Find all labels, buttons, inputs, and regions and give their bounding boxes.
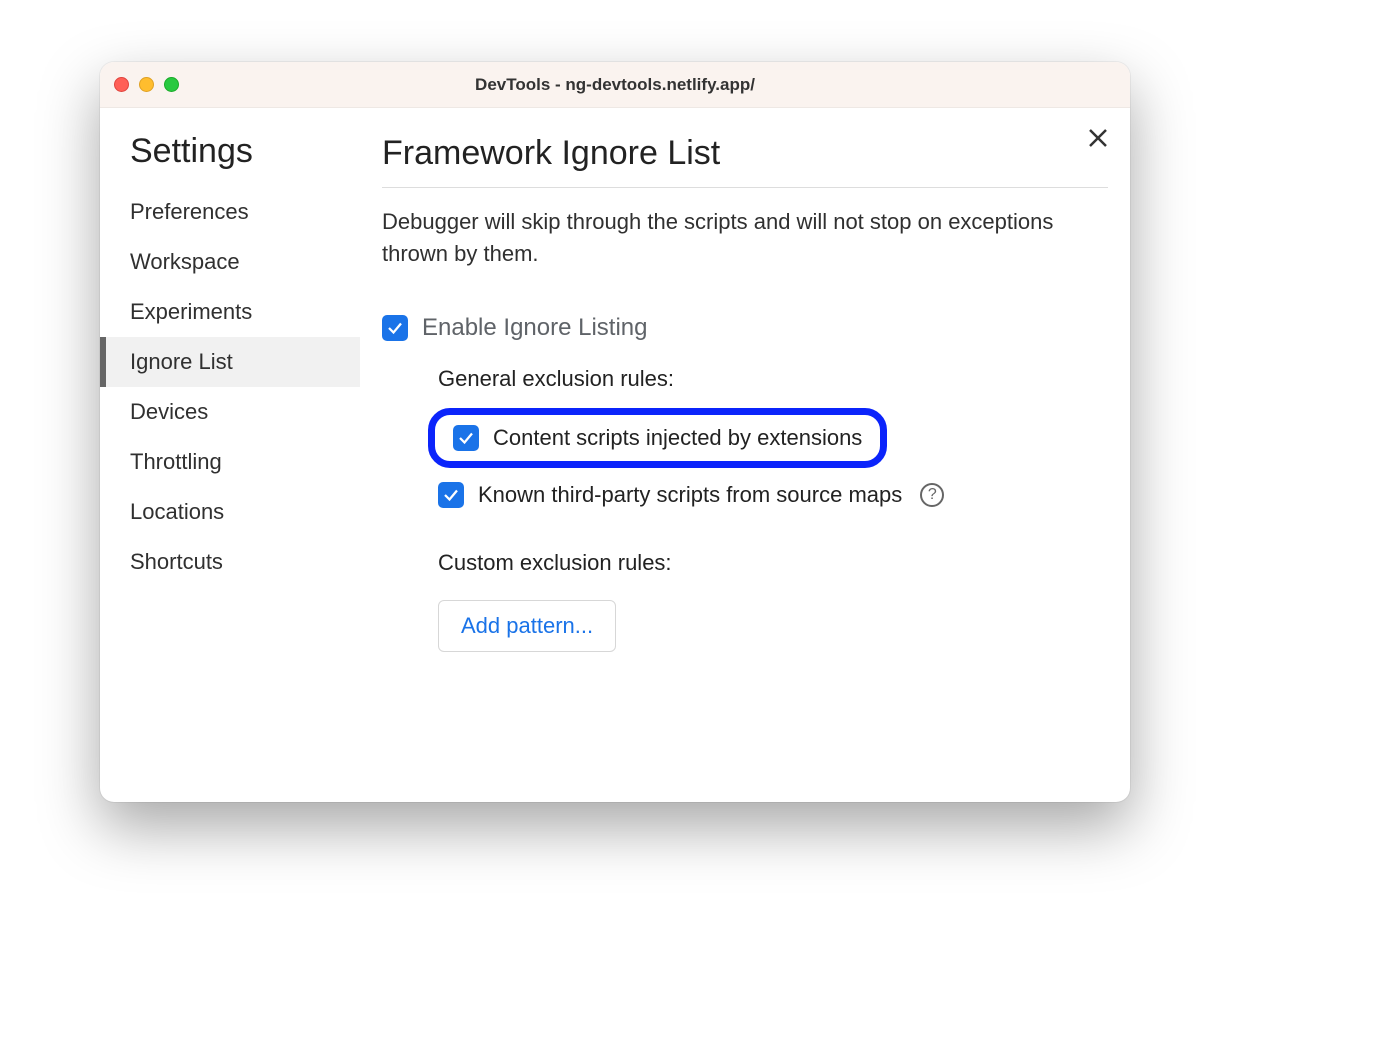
maximize-window-button[interactable] — [164, 77, 179, 92]
custom-rules-label: Custom exclusion rules: — [438, 550, 1108, 576]
settings-sidebar: Settings Preferences Workspace Experimen… — [100, 108, 360, 802]
sidebar-title: Settings — [100, 132, 360, 187]
sidebar-item-label: Devices — [130, 399, 208, 424]
content-area: Settings Preferences Workspace Experimen… — [100, 108, 1130, 802]
sidebar-item-experiments[interactable]: Experiments — [100, 287, 360, 337]
sidebar-item-label: Experiments — [130, 299, 252, 324]
minimize-window-button[interactable] — [139, 77, 154, 92]
third-party-rule-row[interactable]: Known third-party scripts from source ma… — [438, 482, 1108, 508]
sidebar-item-label: Workspace — [130, 249, 240, 274]
sidebar-item-shortcuts[interactable]: Shortcuts — [100, 537, 360, 587]
content-scripts-checkbox[interactable] — [453, 425, 479, 451]
enable-ignore-listing-row[interactable]: Enable Ignore Listing — [382, 314, 1108, 342]
enable-ignore-listing-label: Enable Ignore Listing — [422, 314, 648, 342]
third-party-checkbox[interactable] — [438, 482, 464, 508]
sidebar-item-ignore-list[interactable]: Ignore List — [100, 337, 360, 387]
content-scripts-rule-row[interactable]: Content scripts injected by extensions — [428, 408, 887, 468]
sidebar-item-devices[interactable]: Devices — [100, 387, 360, 437]
window-title: DevTools - ng-devtools.netlify.app/ — [100, 75, 1130, 95]
window-controls — [114, 77, 179, 92]
settings-window: DevTools - ng-devtools.netlify.app/ Sett… — [100, 62, 1130, 802]
enable-ignore-listing-checkbox[interactable] — [382, 315, 408, 341]
close-window-button[interactable] — [114, 77, 129, 92]
sidebar-item-throttling[interactable]: Throttling — [100, 437, 360, 487]
sidebar-item-workspace[interactable]: Workspace — [100, 237, 360, 287]
sidebar-item-locations[interactable]: Locations — [100, 487, 360, 537]
sidebar-item-label: Preferences — [130, 199, 249, 224]
third-party-label: Known third-party scripts from source ma… — [478, 482, 902, 508]
settings-main-panel: Framework Ignore List Debugger will skip… — [360, 108, 1130, 802]
help-icon[interactable]: ? — [920, 483, 944, 507]
general-rules-label: General exclusion rules: — [438, 366, 1108, 392]
content-scripts-label: Content scripts injected by extensions — [493, 425, 862, 451]
sidebar-item-label: Locations — [130, 499, 224, 524]
sidebar-item-label: Shortcuts — [130, 549, 223, 574]
add-pattern-button[interactable]: Add pattern... — [438, 600, 616, 652]
add-pattern-label: Add pattern... — [461, 613, 593, 638]
panel-title: Framework Ignore List — [382, 134, 1108, 188]
sidebar-item-preferences[interactable]: Preferences — [100, 187, 360, 237]
panel-description: Debugger will skip through the scripts a… — [382, 206, 1082, 270]
sidebar-item-label: Ignore List — [130, 349, 233, 374]
titlebar: DevTools - ng-devtools.netlify.app/ — [100, 62, 1130, 108]
sidebar-item-label: Throttling — [130, 449, 222, 474]
